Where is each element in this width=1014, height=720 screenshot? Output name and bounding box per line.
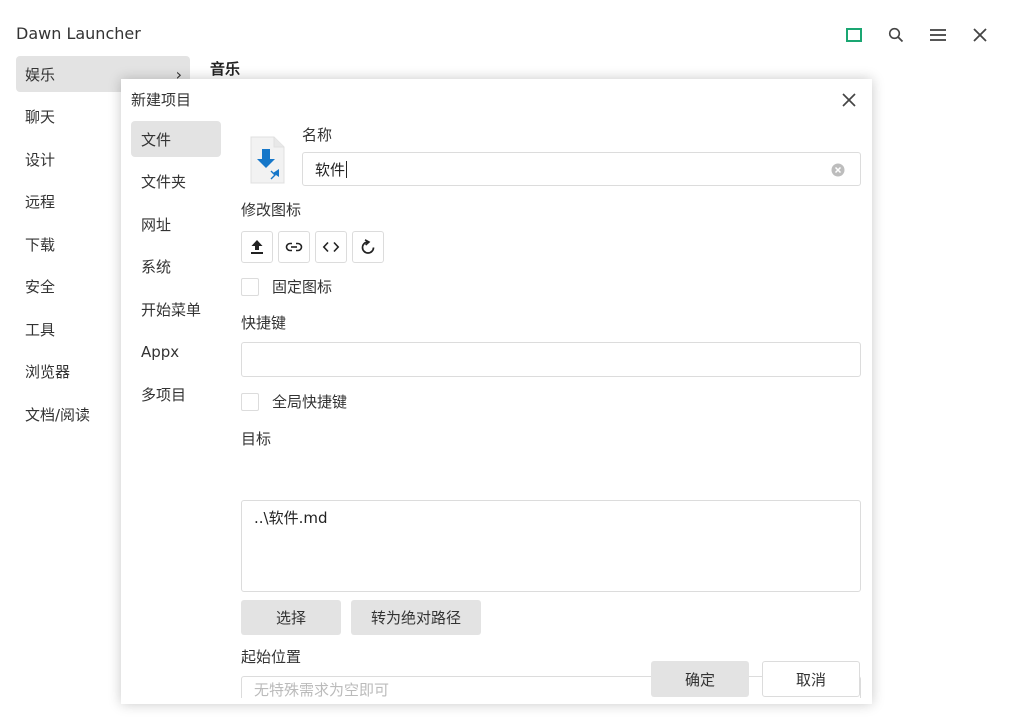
- close-icon: [842, 93, 856, 107]
- sidebar-item-label: 浏览器: [25, 363, 71, 381]
- type-system[interactable]: 系统: [131, 249, 221, 285]
- type-label: 网址: [141, 215, 172, 234]
- app-title: Dawn Launcher: [16, 24, 141, 43]
- fixed-icon-checkbox[interactable]: 固定图标: [241, 276, 332, 297]
- type-folder[interactable]: 文件夹: [131, 164, 221, 200]
- green-square-icon: [846, 28, 862, 42]
- dialog-title: 新建项目: [131, 91, 192, 109]
- sidebar-item-label: 设计: [25, 150, 56, 169]
- cancel-button[interactable]: 取消: [762, 661, 860, 697]
- modify-icon-label: 修改图标: [241, 201, 302, 219]
- upload-icon-button[interactable]: [241, 231, 273, 263]
- type-file[interactable]: 文件: [131, 121, 221, 157]
- absolute-path-button[interactable]: 转为绝对路径: [351, 600, 481, 635]
- file-icon[interactable]: [247, 135, 287, 185]
- sidebar-item-label: 文档/阅读: [25, 405, 91, 424]
- sidebar-item-label: 工具: [25, 320, 56, 339]
- clear-icon[interactable]: [830, 162, 846, 178]
- start-location-placeholder: 无特殊需求为空即可: [254, 681, 390, 698]
- name-input[interactable]: 软件: [302, 152, 861, 186]
- subgroup-title[interactable]: 音乐: [210, 58, 240, 79]
- fixed-icon-label: 固定图标: [272, 278, 333, 296]
- sidebar-item-label: 远程: [25, 193, 56, 211]
- type-appx[interactable]: Appx: [131, 334, 221, 370]
- sidebar-item-label: 安全: [25, 278, 56, 296]
- hamburger-menu-icon: [930, 29, 946, 41]
- type-label: 文件: [141, 130, 172, 149]
- ok-button[interactable]: 确定: [651, 661, 749, 697]
- type-url[interactable]: 网址: [131, 206, 221, 242]
- refresh-icon-button[interactable]: [352, 231, 384, 263]
- target-label: 目标: [241, 430, 272, 448]
- checkbox-box[interactable]: [241, 392, 259, 411]
- type-label: 多项目: [141, 385, 187, 404]
- target-textarea[interactable]: ..\软件.md: [241, 500, 861, 592]
- name-input-value: 软件: [315, 160, 346, 179]
- menu-button[interactable]: [924, 22, 952, 48]
- search-button[interactable]: [882, 22, 910, 48]
- global-shortcut-label: 全局快捷键: [272, 393, 348, 411]
- search-icon: [888, 27, 904, 43]
- window-controls: [840, 22, 994, 48]
- text-caret: [346, 160, 348, 178]
- name-label: 名称: [302, 126, 333, 144]
- upload-icon: [251, 240, 263, 254]
- link-icon: [285, 242, 303, 252]
- choose-button[interactable]: 选择: [241, 600, 341, 635]
- shortcut-input[interactable]: [241, 342, 861, 377]
- dialog-close-button[interactable]: [838, 89, 860, 111]
- type-start-menu[interactable]: 开始菜单: [131, 291, 221, 327]
- start-location-label: 起始位置: [241, 648, 302, 666]
- checkbox-box[interactable]: [241, 277, 259, 296]
- sidebar-item-label: 聊天: [25, 108, 56, 126]
- link-icon-button[interactable]: [278, 231, 310, 263]
- sidebar-item-label: 下载: [25, 235, 56, 254]
- global-shortcut-checkbox[interactable]: 全局快捷键: [241, 391, 347, 412]
- layout-toggle-button[interactable]: [840, 22, 868, 48]
- item-type-list: 文件 文件夹 网址 系统 开始菜单 Appx 多项目: [131, 121, 221, 419]
- shortcut-label: 快捷键: [241, 314, 287, 332]
- type-label: 文件夹: [141, 173, 187, 191]
- new-item-dialog: 新建项目 文件 文件夹 网址 系统 开始菜单 Appx 多项目 名称 软件 修改…: [121, 79, 872, 704]
- refresh-icon: [361, 239, 375, 254]
- code-icon-button[interactable]: [315, 231, 347, 263]
- code-icon: [322, 241, 340, 253]
- type-label: 系统: [141, 258, 172, 276]
- target-value: ..\软件.md: [254, 509, 328, 527]
- sidebar-item-label: 娱乐: [25, 65, 56, 84]
- close-button[interactable]: [966, 22, 994, 48]
- type-multi-item[interactable]: 多项目: [131, 376, 221, 412]
- icon-button-row: [241, 231, 384, 263]
- type-label: 开始菜单: [141, 300, 202, 319]
- type-label: Appx: [141, 342, 180, 361]
- close-icon: [973, 28, 987, 42]
